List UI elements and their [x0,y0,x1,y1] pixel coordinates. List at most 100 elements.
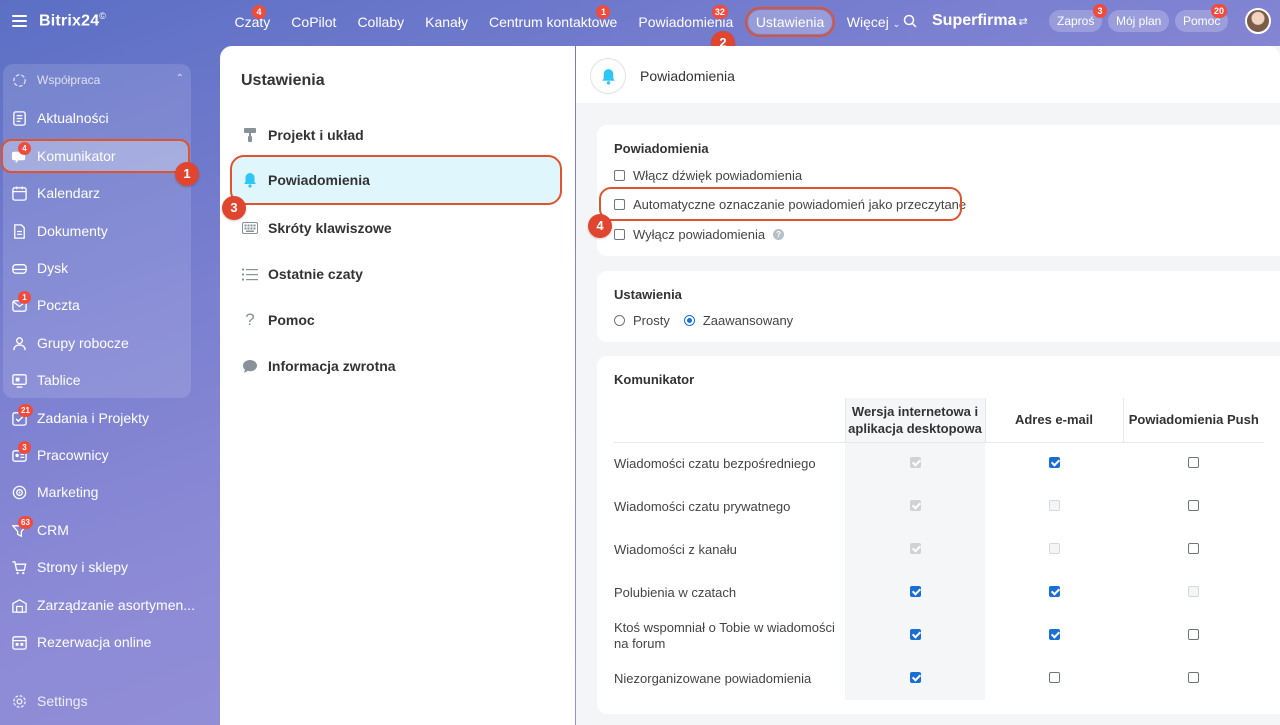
top-nav-powiadomienia[interactable]: Powiadomienia 32 [628,5,744,30]
calendar-icon [10,184,28,202]
menu-item-projekt-i-uklad[interactable]: Projekt i układ [232,112,562,158]
sidebar-item-settings[interactable]: Settings [10,686,200,716]
cell-email [985,485,1123,528]
radio-simple[interactable] [614,315,625,326]
web-checkbox [909,456,921,468]
tasks-icon: 21 [10,404,33,427]
top-nav-ustawienia[interactable]: Ustawienia [744,7,836,37]
radio-advanced[interactable] [683,315,695,326]
cell-push [1123,442,1264,485]
cell-email [985,571,1123,614]
sidebar-item-label: Settings [37,693,88,709]
sidebar-item-label: Marketing [37,484,99,500]
invite-label: Zaproś [1057,14,1095,28]
sound-option[interactable]: Włącz dźwięk powiadomienia [614,168,802,183]
booking-icon [10,633,28,651]
card-title: Ustawienia [614,287,682,302]
bell-icon [590,58,626,94]
sidebar-item-label: Grupy robocze [37,335,129,351]
top-nav-kanaly[interactable]: Kanały [415,14,479,30]
sidebar-item-aktualnosci[interactable]: Aktualności [10,103,200,133]
newsfeed-icon [10,109,28,127]
menu-item-skroty-klawiszowe[interactable]: Skróty klawiszowe [232,205,562,251]
push-checkbox[interactable] [1188,456,1199,468]
sidebar-item-komunikator[interactable]: 4 Komunikator [1,139,190,173]
sidebar-item-dysk[interactable]: Dysk [10,253,200,283]
email-checkbox[interactable] [1048,456,1060,468]
step-marker-4: 4 [588,214,612,238]
cell-web [845,657,985,700]
email-checkbox[interactable] [1048,671,1060,683]
sidebar-item-poczta[interactable]: 1 Poczta [10,290,200,320]
web-checkbox[interactable] [909,671,921,683]
sidebar-item-dokumenty[interactable]: Dokumenty [10,216,200,246]
notification-settings-content: Powiadomienia Powiadomienia Włącz dźwięk… [576,46,1280,725]
help-button[interactable]: Pomoc 20 [1175,4,1229,32]
mail-icon: 1 [10,291,31,314]
sidebar-item-zadania[interactable]: 21 Zadania i Projekty [10,403,200,433]
sidebar-item-zarzadzanie-asortymentem[interactable]: Zarządzanie asortymen... [10,590,200,620]
menu-burger-icon[interactable] [12,14,27,27]
sidebar-group-header[interactable]: Współpraca ⌃ [10,65,200,95]
sidebar-item-kalendarz[interactable]: Kalendarz [10,178,200,208]
sidebar-item-grupy-robocze[interactable]: Grupy robocze [10,328,200,358]
table-row: Polubienia w czatach [614,571,1264,614]
sidebar-item-pracownicy[interactable]: 3 Pracownicy [10,440,200,470]
help-icon[interactable]: ? [773,229,785,240]
menu-item-powiadomienia[interactable]: Powiadomienia [230,155,562,205]
menu-item-label: Ostatnie czaty [268,266,363,282]
disable-notifications-option[interactable]: Wyłącz powiadomienia ? [614,227,785,242]
sidebar-item-marketing[interactable]: Marketing [10,477,200,507]
company-name[interactable]: Superfirma ⇄ [932,12,1028,30]
option-label: Wyłącz powiadomienia [633,227,766,242]
cell-push [1123,657,1264,700]
radio-label[interactable]: Prosty [633,313,670,328]
top-nav-czaty[interactable]: Czaty 4 [224,5,281,30]
disable-notifications-checkbox[interactable] [614,229,625,240]
menu-item-ostatnie-czaty[interactable]: Ostatnie czaty [232,251,562,297]
web-checkbox[interactable] [909,628,921,640]
menu-item-pomoc[interactable]: ? Pomoc [232,297,562,343]
email-checkbox[interactable] [1048,585,1060,597]
top-nav-copilot[interactable]: CoPilot [281,14,347,30]
sidebar-item-tablice[interactable]: Tablice [10,365,200,395]
content-header: Powiadomienia [576,46,1280,103]
sidebar-item-label: Zarządzanie asortymen... [37,597,195,613]
sound-checkbox[interactable] [614,170,625,181]
top-nav-centrum-kontaktowe[interactable]: Centrum kontaktowe 1 [478,5,627,30]
push-checkbox[interactable] [1188,628,1199,640]
avatar[interactable] [1245,8,1271,34]
web-checkbox[interactable] [909,585,921,597]
sidebar-item-label: Kalendarz [37,185,101,201]
top-nav-wiecej[interactable]: Więcej ⌄ [836,14,910,30]
sidebar-item-rezerwacja-online[interactable]: Rezerwacja online [10,627,200,657]
menu-item-label: Powiadomienia [268,172,370,188]
email-checkbox[interactable] [1048,628,1060,640]
brand-mark: © [99,11,107,21]
keyboard-icon [242,220,258,236]
push-checkbox[interactable] [1188,499,1199,511]
my-plan-button[interactable]: Mój plan [1108,10,1170,32]
top-nav-collaby[interactable]: Collaby [347,14,415,30]
cell-web [845,571,985,614]
menu-item-informacja-zwrotna[interactable]: Informacja zwrotna [232,343,562,389]
sidebar-item-strony-i-sklepy[interactable]: Strony i sklepy [10,552,200,582]
invite-button[interactable]: Zaproś 3 [1049,4,1107,32]
search-icon[interactable] [903,14,917,28]
brand-logo[interactable]: Bitrix24© [39,11,106,30]
sidebar-item-label: CRM [37,522,69,538]
settings-menu-title: Ustawienia [241,72,325,89]
cell-push [1123,485,1264,528]
my-plan-label: Mój plan [1116,14,1162,28]
sidebar-group-title: Współpraca [37,73,101,87]
switch-icon: ⇄ [1018,16,1028,28]
top-bar: Bitrix24© Czaty 4 CoPilot Collaby Kanały … [0,0,1280,44]
top-nav-label: Kanały [425,14,468,30]
cart-icon [10,558,28,576]
sidebar-item-crm[interactable]: 63 CRM [10,515,200,545]
radio-label[interactable]: Zaawansowany [703,313,793,328]
push-checkbox[interactable] [1188,671,1199,683]
speech-bubble-icon [242,358,258,374]
top-nav-badge: 4 [252,5,266,19]
push-checkbox[interactable] [1188,542,1199,554]
